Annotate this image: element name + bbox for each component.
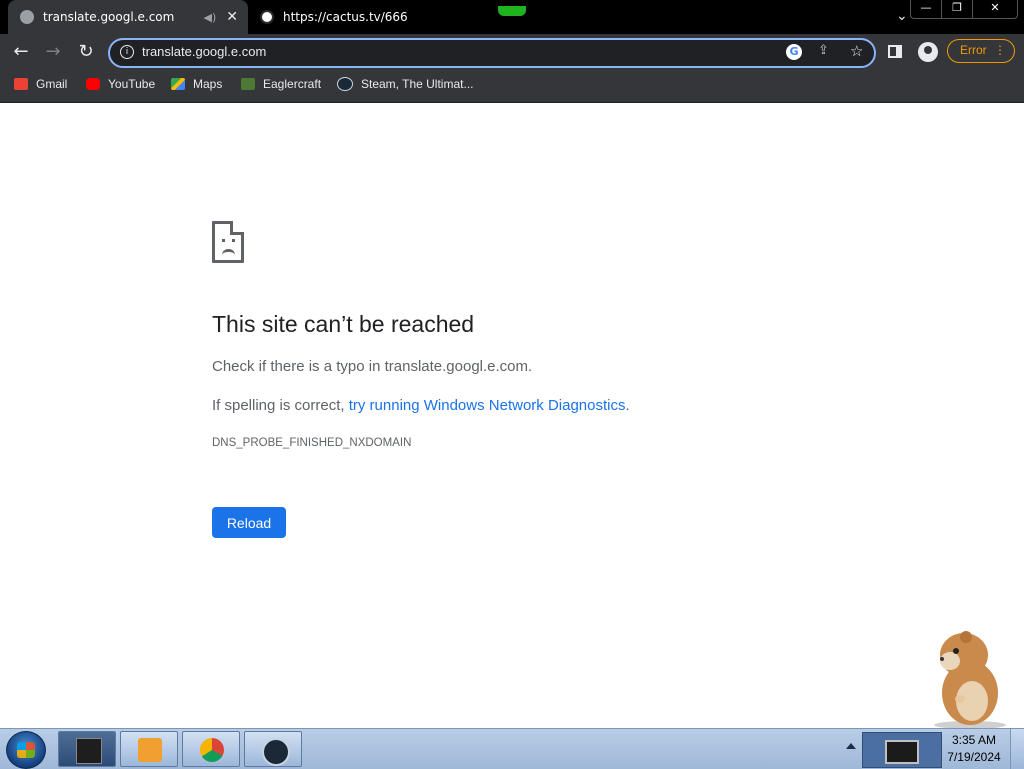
bookmark-label: Maps (193, 77, 223, 91)
info-icon[interactable]: i (120, 45, 134, 59)
eaglercraft-icon (241, 78, 255, 90)
taskbar-window-app[interactable] (58, 731, 116, 767)
close-tab-icon[interactable]: ✕ (226, 9, 238, 25)
minimize-icon[interactable]: — (911, 0, 941, 18)
more-vert-icon: ⋮ (994, 43, 1006, 57)
tab-title: translate.googl.e.com (43, 10, 175, 24)
url-text[interactable]: translate.googl.e.com (142, 44, 266, 59)
bookmark-label: Gmail (36, 77, 68, 91)
typo-hint: Check if there is a typo in translate.go… (212, 358, 533, 375)
start-button[interactable] (6, 731, 46, 769)
window-app-icon (76, 738, 102, 764)
error-label: Error (960, 43, 987, 57)
restore-icon[interactable]: ❐ (941, 0, 972, 18)
chevron-down-icon[interactable]: ⌄ (896, 8, 908, 24)
bookmark-maps[interactable]: Maps (171, 77, 222, 91)
google-lens-icon[interactable]: G (786, 44, 802, 60)
sad-page-icon (212, 221, 244, 263)
bookmark-label: YouTube (108, 77, 156, 91)
diagnostics-hint: If spelling is correct, try running Wind… (212, 397, 630, 414)
error-code: DNS_PROBE_FINISHED_NXDOMAIN (212, 437, 412, 449)
arrow-left-icon[interactable]: ← (9, 40, 33, 64)
hamster-mascot (934, 631, 1006, 729)
share-icon[interactable]: ⇪ (818, 43, 829, 58)
globe-icon (20, 10, 34, 24)
taskbar-media-player[interactable] (120, 731, 178, 767)
bookmark-steam[interactable]: Steam, The Ultimat... (337, 77, 473, 91)
indicator-light (498, 6, 526, 16)
chrome-icon (200, 738, 224, 762)
toolbar: ← → ↻ i translate.googl.e.com G ⇪ ☆ Erro… (0, 34, 1024, 70)
network-diagnostics-link[interactable]: try running Windows Network Diagnostics (349, 397, 626, 414)
arrow-right-icon[interactable]: → (41, 40, 65, 64)
taskbar: 3:35 AM 7/19/2024 (0, 728, 1024, 769)
reload-icon[interactable]: ↻ (74, 40, 98, 64)
bookmark-youtube[interactable]: YouTube (86, 77, 155, 91)
mute-icon[interactable]: ◀) (204, 11, 217, 24)
side-panel-icon[interactable] (888, 45, 902, 58)
tab-translate[interactable]: translate.googl.e.com ◀) ✕ (8, 0, 248, 34)
bookmarks-bar: Gmail YouTube Maps Eaglercraft Steam, Th… (0, 70, 1024, 103)
bookmark-label: Eaglercraft (263, 77, 322, 91)
windows-logo-icon (17, 742, 35, 758)
bookmark-label: Steam, The Ultimat... (361, 77, 474, 91)
error-chip[interactable]: Error ⋮ (947, 39, 1015, 63)
tray-expand-icon[interactable] (846, 743, 856, 749)
tab-title: https://cactus.tv/666 (283, 10, 408, 24)
gmail-icon (14, 78, 28, 90)
tray-preview[interactable] (862, 732, 942, 768)
youtube-icon (86, 78, 100, 90)
error-page: This site can’t be reached Check if ther… (0, 103, 1024, 729)
system-clock[interactable]: 3:35 AM 7/19/2024 (942, 732, 1006, 766)
show-desktop-button[interactable] (1010, 729, 1024, 769)
address-bar[interactable]: i translate.googl.e.com G ⇪ ☆ (108, 38, 876, 68)
monitor-icon (885, 740, 919, 764)
cactus-favicon (260, 10, 274, 24)
page-title: This site can’t be reached (212, 311, 475, 337)
steam-icon (262, 738, 290, 766)
clock-date: 7/19/2024 (947, 750, 1001, 764)
tab-cactus[interactable]: https://cactus.tv/666 (252, 0, 492, 34)
reload-button[interactable]: Reload (212, 507, 286, 538)
star-icon[interactable]: ☆ (850, 42, 863, 60)
close-icon[interactable]: ✕ (972, 0, 1017, 18)
tab-strip: translate.googl.e.com ◀) ✕ https://cactu… (0, 0, 1024, 34)
bookmark-eaglercraft[interactable]: Eaglercraft (241, 77, 321, 91)
clock-time: 3:35 AM (951, 733, 997, 747)
bookmark-gmail[interactable]: Gmail (14, 77, 67, 91)
media-player-icon (138, 738, 162, 762)
maps-icon (171, 78, 185, 90)
profile-icon[interactable] (918, 42, 938, 62)
taskbar-steam[interactable] (244, 731, 302, 767)
window-controls: — ❐ ✕ (910, 0, 1018, 19)
taskbar-chrome[interactable] (182, 731, 240, 767)
steam-icon (337, 77, 353, 91)
